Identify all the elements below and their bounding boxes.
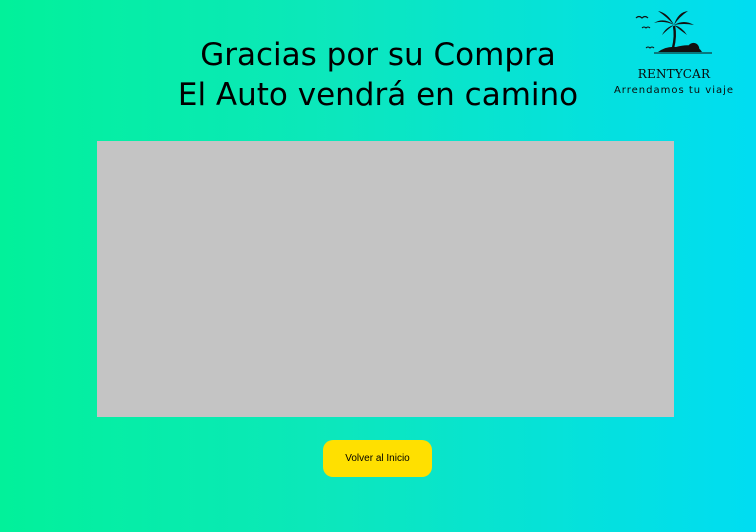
brand-name: RENTYCAR	[637, 67, 711, 81]
rentycar-logo: RENTYCAR Arrendamos tu viaje	[598, 8, 750, 100]
title-line-delivery: El Auto vendrá en camino	[177, 77, 579, 113]
car-image-placeholder	[97, 141, 674, 417]
brand-tagline: Arrendamos tu viaje	[613, 85, 735, 96]
title-line-thanks: Gracias por su Compra	[200, 37, 556, 73]
palm-island-logo-icon	[635, 11, 712, 54]
confirmation-page: Gracias por su Compra El Auto vendrá en …	[0, 0, 756, 532]
page-title: Gracias por su Compra El Auto vendrá en …	[128, 35, 628, 115]
back-to-home-button[interactable]: Volver al Inicio	[323, 440, 432, 477]
